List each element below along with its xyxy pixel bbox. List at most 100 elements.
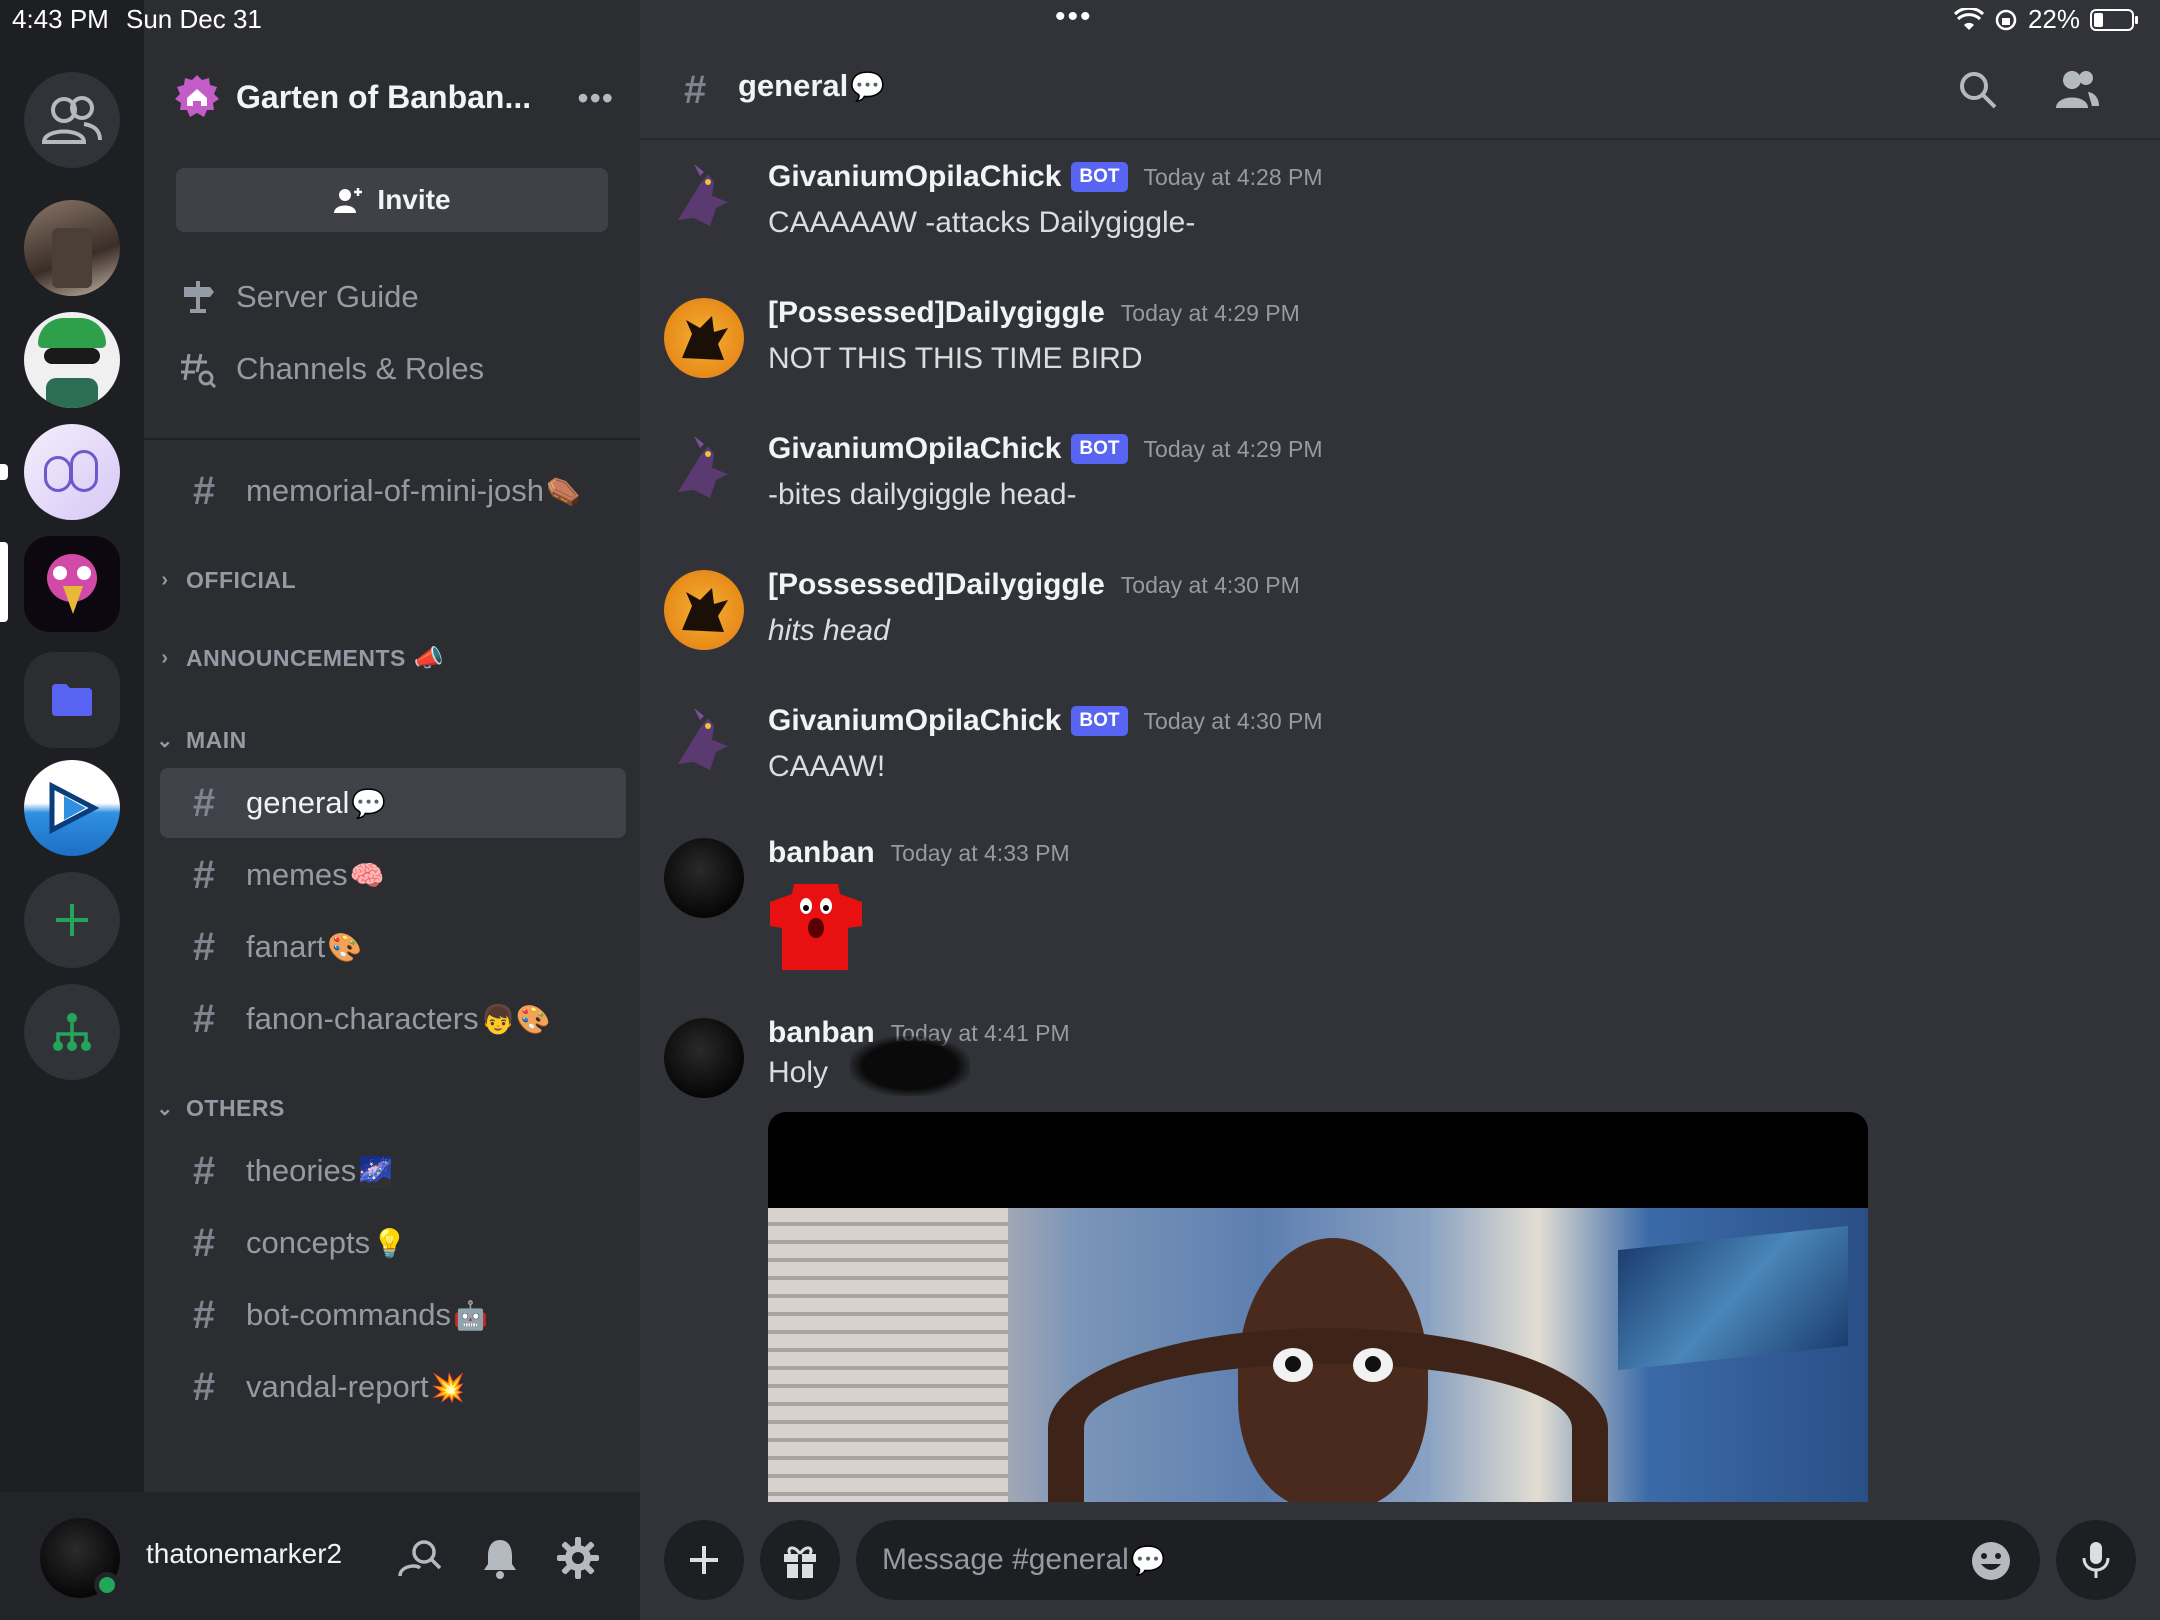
server-guide-link[interactable]: Server Guide [178,272,419,322]
message-header: banban Today at 4:33 PM [768,836,1070,870]
status-indicators: 22% [1953,4,2140,35]
text-channel-icon: # [192,852,216,897]
channel-title-emoji: 💬 [850,71,886,102]
search-user-icon[interactable] [398,1536,442,1580]
category-emoji: 📣 [413,644,445,672]
message-author[interactable]: [Possessed]Dailygiggle [768,568,1105,602]
direct-messages-button[interactable] [24,72,120,168]
bot-avatar[interactable] [664,162,744,242]
channel-emoji: 🌌 [358,1155,394,1187]
channel-name: memes [246,857,348,892]
message-input[interactable]: Message #general 💬 [856,1520,2040,1600]
channel-concepts[interactable]: # concepts 💡 [160,1208,626,1278]
gear-icon[interactable] [556,1536,600,1580]
more-options-icon[interactable]: ••• [577,80,614,117]
avatar[interactable] [664,838,744,918]
user-panel: thatonemarker2 [0,1492,640,1620]
text-channel-icon: # [192,1148,216,1193]
invite-button[interactable]: Invite [176,168,608,232]
message-placeholder: Message #general [882,1543,1129,1576]
hub-icon [53,1013,91,1051]
sidebar-divider [144,438,640,440]
search-icon[interactable] [1958,70,1998,110]
server-3-button[interactable] [24,424,120,520]
message-timestamp: Today at 4:28 PM [1143,163,1323,190]
people-icon [41,96,102,144]
bot-avatar[interactable] [664,706,744,786]
avatar[interactable] [664,298,744,378]
message[interactable]: GivaniumOpilaChick BOT Today at 4:28 PM … [640,160,2160,280]
bird-avatar-icon [678,436,728,498]
username: thatonemarker2 [146,1538,343,1569]
emoji-picker-icon[interactable] [1970,1540,2012,1582]
message-author[interactable]: GivaniumOpilaChick [768,432,1061,466]
server-1-button[interactable] [24,200,120,296]
redaction-scribble [850,1036,970,1096]
channel-name: theories [246,1153,357,1188]
bot-badge: BOT [1071,706,1128,736]
text-channel-icon: # [192,996,216,1041]
message-author[interactable]: GivaniumOpilaChick [768,160,1061,194]
channel-fanon-characters[interactable]: # fanon-characters 👦🎨 [160,984,626,1054]
discover-button[interactable] [24,984,120,1080]
message-author[interactable]: [Possessed]Dailygiggle [768,296,1105,330]
channel-bot-commands[interactable]: # bot-commands 🤖 [160,1280,626,1350]
channel-theories[interactable]: # theories 🌌 [160,1136,626,1206]
channel-vandal-report[interactable]: # vandal-report 💥 [160,1352,626,1422]
message-composer: Message #general 💬 [640,1502,2160,1620]
channel-emoji: ⚰️ [546,475,581,507]
rotation-lock-icon [1995,9,2017,30]
gift-button[interactable] [760,1520,840,1600]
message-author[interactable]: GivaniumOpilaChick [768,704,1061,738]
message-content: Holy [768,1056,829,1089]
plus-icon [690,1546,718,1574]
message[interactable]: [Possessed]Dailygiggle Today at 4:30 PM … [640,568,2160,688]
channel-general[interactable]: # general 💬 [160,768,626,838]
message[interactable]: GivaniumOpilaChick BOT Today at 4:29 PM … [640,432,2160,552]
message-content: NOT THIS THIS TIME BIRD [768,342,1143,375]
voice-message-button[interactable] [2056,1520,2136,1600]
guild-header[interactable]: Garten of Banban... ••• [174,72,614,122]
category-label: OTHERS [186,1094,285,1121]
sticker-image[interactable] [768,876,864,972]
category-announcements[interactable]: › ANNOUNCEMENTS 📣 [154,640,444,676]
server-4-button[interactable] [24,536,120,632]
bird-avatar-icon [678,708,728,770]
category-official[interactable]: › OFFICIAL [154,562,296,598]
bot-avatar[interactable] [664,434,744,514]
message-list: GivaniumOpilaChick BOT Today at 4:28 PM … [640,140,2160,1502]
red-monster-sticker [770,884,862,970]
video-frame [768,1208,1868,1502]
category-others[interactable]: ⌄ OTHERS [154,1090,285,1126]
message[interactable]: GivaniumOpilaChick BOT Today at 4:30 PM … [640,704,2160,824]
wifi-icon [1953,7,1984,30]
server-5-button[interactable] [24,760,120,856]
server-folder-button[interactable] [24,652,120,748]
channel-emoji: 🧠 [349,859,385,891]
text-channel-icon: # [192,1364,216,1409]
add-server-button[interactable] [24,872,120,968]
category-main[interactable]: ⌄ MAIN [154,722,247,758]
folder-icon [52,684,92,716]
play-avatar [49,781,100,835]
message-author[interactable]: banban [768,836,875,870]
channels-roles-link[interactable]: Channels & Roles [178,344,484,394]
text-channel-icon: # [192,468,216,513]
channel-title[interactable]: general💬 [738,68,885,104]
message[interactable]: banban Today at 4:33 PM [640,836,2160,1006]
channels-roles-label: Channels & Roles [236,351,485,386]
attach-button[interactable] [664,1520,744,1600]
multitask-dots-icon[interactable]: ••• [1055,2,1093,32]
bell-icon[interactable] [478,1536,522,1580]
server-2-button[interactable] [24,312,120,408]
channel-memes[interactable]: # memes 🧠 [160,840,626,910]
channel-fanart[interactable]: # fanart 🎨 [160,912,626,982]
avatar[interactable] [664,570,744,650]
video-embed[interactable] [768,1112,1868,1502]
avatar[interactable] [664,1018,744,1098]
member-list-icon[interactable] [2054,68,2100,110]
channel-memorial-of-mini-josh[interactable]: # memorial-of-mini-josh ⚰️ [160,456,626,526]
message[interactable]: [Possessed]Dailygiggle Today at 4:29 PM … [640,296,2160,416]
message[interactable]: banban Today at 4:41 PM Holy [640,1016,2160,1502]
chevron-down-icon: ⌄ [156,1097,174,1120]
